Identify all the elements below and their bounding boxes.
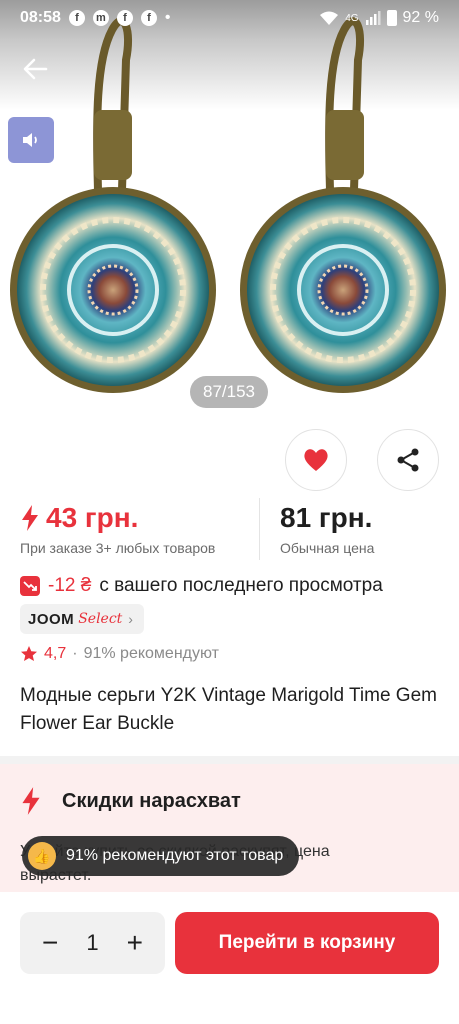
chevron-right-icon: › — [128, 611, 133, 627]
quantity-stepper: − 1 + — [20, 912, 165, 974]
price-drop-amount: -12 ₴ — [48, 575, 92, 596]
star-icon — [21, 646, 37, 661]
promo-title: Скидки нарасхват — [62, 789, 241, 812]
dot-icon: • — [164, 9, 171, 26]
share-icon — [397, 448, 419, 472]
regular-price-column: 81 грн. Обычная цена — [260, 498, 374, 560]
sale-price-note: При заказе 3+ любых товаров — [20, 540, 216, 556]
section-divider — [0, 756, 459, 764]
heart-icon — [304, 449, 328, 471]
sale-price-column: 43 грн. При заказе 3+ любых товаров — [20, 498, 260, 560]
price-block: 43 грн. При заказе 3+ любых товаров 81 г… — [20, 498, 440, 560]
thumbs-up-icon: 👍 — [28, 842, 56, 870]
toast-text: 91% рекомендуют этот товар — [66, 847, 284, 864]
sale-price-value: 43 грн. — [46, 502, 139, 533]
facebook-icon: f — [116, 10, 133, 26]
select-logo: Select — [78, 611, 123, 627]
product-page: 87/153 08:58 f m f f • 4G 92 % 43 грн. П… — [0, 0, 459, 1024]
clock: 08:58 — [20, 9, 61, 26]
price-drop-notice: -12 ₴ с вашего последнего просмотра — [20, 575, 383, 597]
increase-quantity-button[interactable]: + — [127, 929, 143, 957]
rating-separator: · — [72, 645, 78, 662]
decrease-quantity-button[interactable]: − — [42, 929, 58, 957]
status-bar: 08:58 f m f f • 4G 92 % — [0, 0, 459, 36]
messenger-icon: m — [92, 10, 109, 26]
favorite-button[interactable] — [285, 429, 347, 491]
battery-level: 92 % — [402, 9, 439, 26]
battery-icon — [386, 10, 397, 26]
lightning-icon — [22, 505, 38, 531]
sale-price: 43 грн. — [20, 498, 259, 538]
joom-logo: JOOM — [28, 610, 75, 628]
price-drop-text: с вашего последнего просмотра — [99, 575, 383, 596]
go-to-cart-button[interactable]: Перейти в корзину — [175, 912, 439, 974]
promo-header: Скидки нарасхват — [20, 786, 241, 816]
recommend-toast: 👍 91% рекомендуют этот товар — [22, 836, 300, 876]
product-image — [10, 17, 446, 393]
recommend-percent: 91% рекомендуют — [83, 645, 219, 662]
image-counter: 87/153 — [190, 376, 268, 408]
joom-select-badge[interactable]: JOOM Select › — [20, 604, 144, 634]
rating-row[interactable]: 4,7 · 91% рекомендуют — [20, 645, 219, 663]
facebook-icon: f — [68, 10, 85, 26]
network-type: 4G — [345, 12, 359, 24]
regular-price-value: 81 грн. — [280, 502, 373, 533]
sound-toggle-button[interactable] — [8, 117, 54, 163]
regular-price-note: Обычная цена — [280, 540, 375, 556]
rating-value: 4,7 — [44, 645, 67, 662]
trend-down-icon — [20, 576, 40, 596]
quantity-value: 1 — [86, 930, 99, 955]
arrow-left-icon — [23, 58, 48, 80]
lightning-icon — [22, 787, 40, 815]
facebook-icon: f — [140, 10, 157, 26]
product-title: Модные серьги Y2K Vintage Marigold Time … — [20, 685, 437, 734]
signal-icon — [365, 11, 381, 25]
product-image-gallery[interactable]: 87/153 — [0, 0, 459, 420]
bottom-bar: − 1 + Перейти в корзину — [0, 892, 459, 1024]
back-button[interactable] — [20, 54, 52, 86]
speaker-icon — [23, 133, 37, 147]
wifi-icon — [320, 11, 339, 25]
share-button[interactable] — [377, 429, 439, 491]
